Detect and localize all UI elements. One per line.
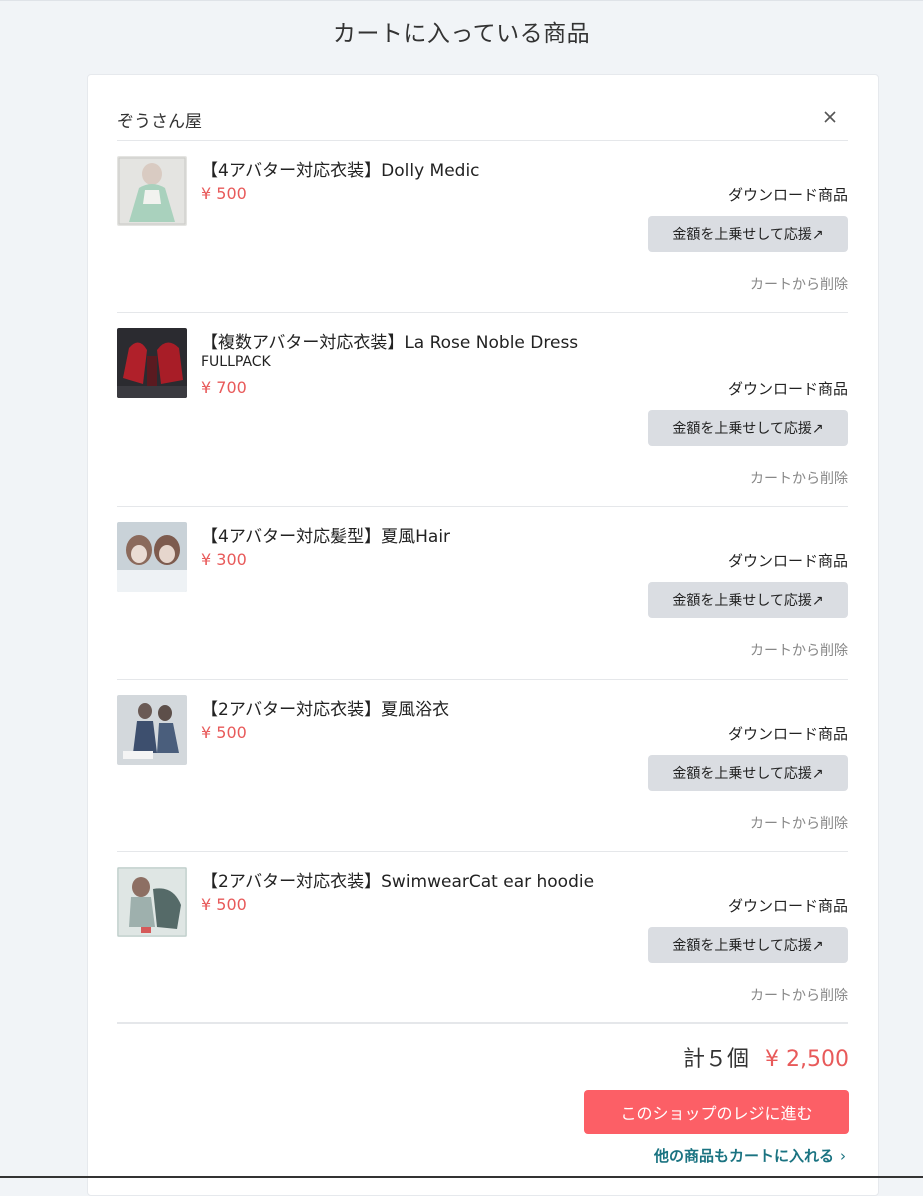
item-title[interactable]: 【複数アバター対応衣装】La Rose Noble Dress xyxy=(201,328,578,353)
remove-from-cart-link[interactable]: カートから削除 xyxy=(750,985,848,1005)
remove-from-cart-link[interactable]: カートから削除 xyxy=(750,274,848,294)
item-type: ダウンロード商品 xyxy=(727,186,848,204)
cart-item: 【2アバター対応衣装】SwimwearCat ear hoodie ¥ 500 … xyxy=(117,851,848,1022)
product-thumbnail[interactable] xyxy=(117,695,187,765)
item-type: ダウンロード商品 xyxy=(727,552,848,570)
boost-support-button[interactable]: 金額を上乗せして応援↗ xyxy=(648,410,848,446)
boost-support-button[interactable]: 金額を上乗せして応援↗ xyxy=(648,216,848,252)
product-thumbnail[interactable] xyxy=(117,522,187,592)
item-price: ¥ 500 xyxy=(201,184,247,203)
remove-from-cart-link[interactable]: カートから削除 xyxy=(750,468,848,488)
item-price: ¥ 300 xyxy=(201,550,247,569)
top-divider xyxy=(0,0,923,1)
item-price: ¥ 700 xyxy=(201,378,247,397)
item-type: ダウンロード商品 xyxy=(727,897,848,915)
remove-from-cart-link[interactable]: カートから削除 xyxy=(750,813,848,833)
item-title[interactable]: 【2アバター対応衣装】SwimwearCat ear hoodie xyxy=(201,867,594,892)
boost-support-button[interactable]: 金額を上乗せして応援↗ xyxy=(648,927,848,963)
item-price: ¥ 500 xyxy=(201,723,247,742)
cart-total: 計５個 ¥ 2,500 xyxy=(683,1041,849,1073)
total-price: ¥ 2,500 xyxy=(765,1047,849,1072)
cart-item: 【2アバター対応衣装】夏風浴衣 ¥ 500 ダウンロード商品 金額を上乗せして応… xyxy=(117,679,848,852)
item-variant: FULLPACK xyxy=(201,354,271,370)
total-count: 計５個 xyxy=(683,1047,750,1072)
continue-shopping-link[interactable]: 他の商品もカートに入れる › xyxy=(654,1145,846,1166)
product-thumbnail[interactable] xyxy=(117,328,187,398)
product-thumbnail[interactable] xyxy=(117,867,187,937)
item-title[interactable]: 【4アバター対応髪型】夏風Hair xyxy=(201,522,450,547)
item-price: ¥ 500 xyxy=(201,895,247,914)
product-thumbnail[interactable] xyxy=(117,156,187,226)
shop-header: ぞうさん屋 xyxy=(117,107,848,141)
cart-item: 【複数アバター対応衣装】La Rose Noble Dress FULLPACK… xyxy=(117,312,848,507)
boost-support-button[interactable]: 金額を上乗せして応援↗ xyxy=(648,755,848,791)
item-type: ダウンロード商品 xyxy=(727,380,848,398)
remove-from-cart-link[interactable]: カートから削除 xyxy=(750,640,848,660)
summary-divider xyxy=(117,1022,848,1024)
item-type: ダウンロード商品 xyxy=(727,725,848,743)
page-title: カートに入っている商品 xyxy=(332,21,591,47)
cart-item: 【4アバター対応衣装】Dolly Medic ¥ 500 ダウンロード商品 金額… xyxy=(117,140,848,313)
checkout-button[interactable]: このショップのレジに進む xyxy=(584,1090,849,1134)
continue-shopping-label: 他の商品もカートに入れる xyxy=(653,1147,834,1165)
close-icon[interactable] xyxy=(822,109,838,125)
chevron-right-icon: › xyxy=(840,1147,846,1165)
item-title[interactable]: 【2アバター対応衣装】夏風浴衣 xyxy=(201,695,449,720)
cart-card: ぞうさん屋 【4アバター対応衣装】Dolly Medic ¥ 500 ダウンロー… xyxy=(87,74,879,1196)
item-title[interactable]: 【4アバター対応衣装】Dolly Medic xyxy=(201,156,480,181)
cart-item: 【4アバター対応髪型】夏風Hair ¥ 300 ダウンロード商品 金額を上乗せし… xyxy=(117,506,848,680)
boost-support-button[interactable]: 金額を上乗せして応援↗ xyxy=(648,582,848,618)
shop-name: ぞうさん屋 xyxy=(117,112,202,132)
